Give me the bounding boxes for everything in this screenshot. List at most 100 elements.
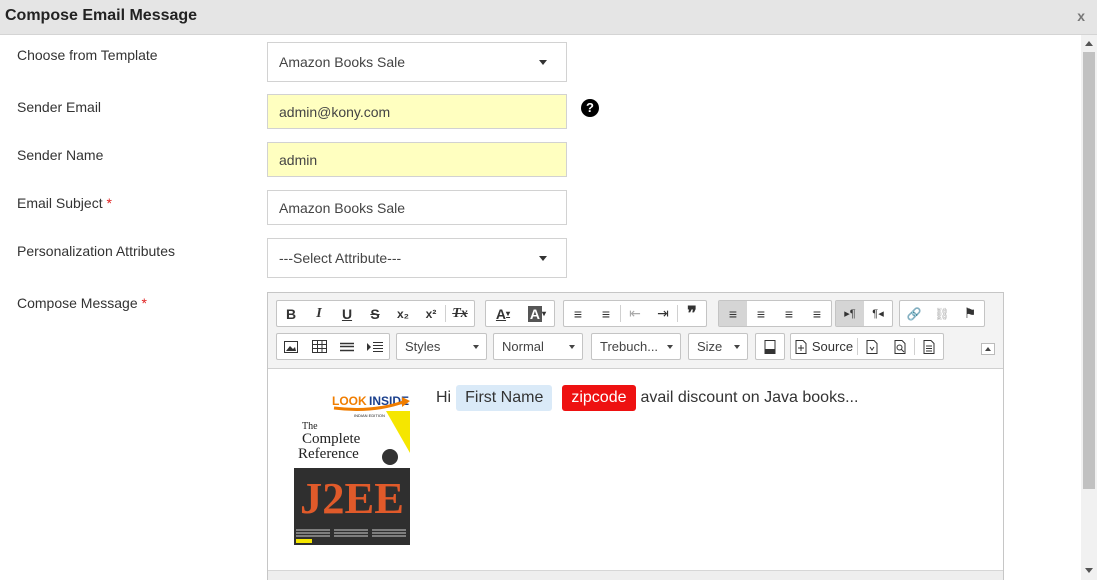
svg-text:J2EE: J2EE [300,474,404,523]
text-color-button[interactable]: A ▾ [486,301,520,326]
scrollbar-thumb[interactable] [1083,52,1095,489]
svg-text:Reference: Reference [298,446,359,462]
chevron-down-icon [734,344,740,349]
chevron-down-icon [539,256,547,261]
bg-color-glyph: A [527,305,543,322]
align-right-button[interactable]: ≡ [775,301,803,326]
outdent-button[interactable]: ⇤ [621,301,649,326]
rtl-button[interactable]: ¶◂ [864,301,892,326]
sender-name-value: admin [279,151,318,168]
italic-button[interactable]: I [305,301,333,326]
zipcode-placeholder-chip[interactable]: zipcode [562,385,636,411]
maximize-icon[interactable] [756,334,784,359]
remove-format-button[interactable]: Tx [446,301,474,326]
first-name-placeholder-chip[interactable]: First Name [456,385,553,411]
document-group: Source [790,333,944,360]
source-icon [795,339,807,354]
unlink-button[interactable]: ⛓ [928,301,956,326]
align-left-button[interactable]: ≡ [719,301,747,326]
compose-label: Compose Message * [17,295,147,311]
text-color-glyph: A [495,305,507,322]
horizontal-rule-icon[interactable] [333,334,361,359]
direction-group: ▸¶ ¶◂ [835,300,893,327]
sender-email-label: Sender Email [17,99,102,115]
message-body-text: avail discount on Java books... [640,389,859,406]
template-select-value: Amazon Books Sale [279,54,406,70]
bg-color-button[interactable]: A ▾ [520,301,554,326]
template-label: Choose from Template [17,47,158,63]
chevron-down-icon: ▾ [506,309,511,318]
link-button[interactable]: 🔗 [900,301,928,326]
close-button[interactable]: x [1077,8,1085,24]
collapse-toolbar-button[interactable] [981,343,995,355]
editor-status-bar [268,570,1003,580]
subject-label: Email Subject * [17,195,112,211]
dialog-title: Compose Email Message [5,7,198,24]
compose-email-dialog: Compose Email Message x Choose from Temp… [0,0,1097,580]
insert-group [276,333,390,360]
templates-icon[interactable] [915,334,943,359]
links-group: 🔗 ⛓ ⚑ [899,300,985,327]
image-icon[interactable] [277,334,305,359]
attr-label: Personalization Attributes [17,243,175,259]
rich-text-editor: B I U S x₂ x² Tx A ▾ A ▾ ≡ ≡ ⇤ ⇥ ❞ ≡ ≡ ≡… [267,292,1004,580]
lists-group: ≡ ≡ ⇤ ⇥ ❞ [563,300,707,327]
book-cover-image: LOOK INSIDE! INDIAN EDITION The Complete… [294,383,413,545]
page-break-icon[interactable] [361,334,389,359]
message-line: Hi First Name zipcode avail discount on … [436,384,858,412]
justify-button[interactable]: ≡ [803,301,831,326]
sender-email-input[interactable]: admin@kony.com [267,94,567,129]
source-button[interactable]: Source [791,334,857,359]
save-icon[interactable] [858,334,886,359]
sender-email-value: admin@kony.com [279,103,391,120]
chevron-down-icon: ▾ [542,309,547,318]
anchor-button[interactable]: ⚑ [956,301,984,326]
underline-button[interactable]: U [333,301,361,326]
table-icon[interactable] [305,334,333,359]
format-dropdown[interactable]: Normal [493,333,583,360]
align-group: ≡ ≡ ≡ ≡ [718,300,832,327]
editor-content[interactable]: LOOK INSIDE! INDIAN EDITION The Complete… [268,370,1003,570]
svg-text:LOOK: LOOK [332,394,367,408]
editor-toolbar: B I U S x₂ x² Tx A ▾ A ▾ ≡ ≡ ⇤ ⇥ ❞ ≡ ≡ ≡… [268,293,1003,369]
scroll-down-icon[interactable] [1085,568,1093,573]
format-dropdown-label: Normal [502,339,544,354]
subscript-button[interactable]: x₂ [389,301,417,326]
indent-button[interactable]: ⇥ [649,301,677,326]
scroll-up-icon[interactable] [1085,41,1093,46]
template-select[interactable]: Amazon Books Sale [267,42,567,82]
size-dropdown-label: Size [697,339,723,354]
vertical-scrollbar[interactable] [1081,35,1097,580]
bulleted-list-button[interactable]: ≡ [592,301,620,326]
blockquote-button[interactable]: ❞ [678,301,706,326]
chevron-down-icon [667,344,673,349]
svg-text:INDIAN EDITION: INDIAN EDITION [354,413,385,418]
chevron-down-icon [569,344,575,349]
chevron-down-icon [539,60,547,65]
subject-value: Amazon Books Sale [279,199,406,216]
help-icon[interactable]: ? [581,99,599,117]
maximize-group [755,333,785,360]
sender-name-label: Sender Name [17,147,104,163]
required-marker: * [106,195,112,211]
superscript-button[interactable]: x² [417,301,445,326]
strikethrough-button[interactable]: S [361,301,389,326]
svg-text:Complete: Complete [302,431,361,447]
subject-input[interactable]: Amazon Books Sale [267,190,567,225]
chevron-down-icon [473,344,479,349]
ltr-button[interactable]: ▸¶ [836,301,864,326]
attribute-select[interactable]: ---Select Attribute--- [267,238,567,278]
size-dropdown[interactable]: Size [688,333,748,360]
subject-label-text: Email Subject [17,195,103,211]
required-marker: * [141,295,147,311]
styles-dropdown[interactable]: Styles [396,333,487,360]
attribute-select-value: ---Select Attribute--- [279,250,402,266]
align-center-button[interactable]: ≡ [747,301,775,326]
sender-name-input[interactable]: admin [267,142,567,177]
source-button-label: Source [811,339,854,354]
bold-button[interactable]: B [277,301,305,326]
numbered-list-button[interactable]: ≡ [564,301,592,326]
colors-group: A ▾ A ▾ [485,300,555,327]
preview-icon[interactable] [886,334,914,359]
font-dropdown[interactable]: Trebuch... [591,333,681,360]
